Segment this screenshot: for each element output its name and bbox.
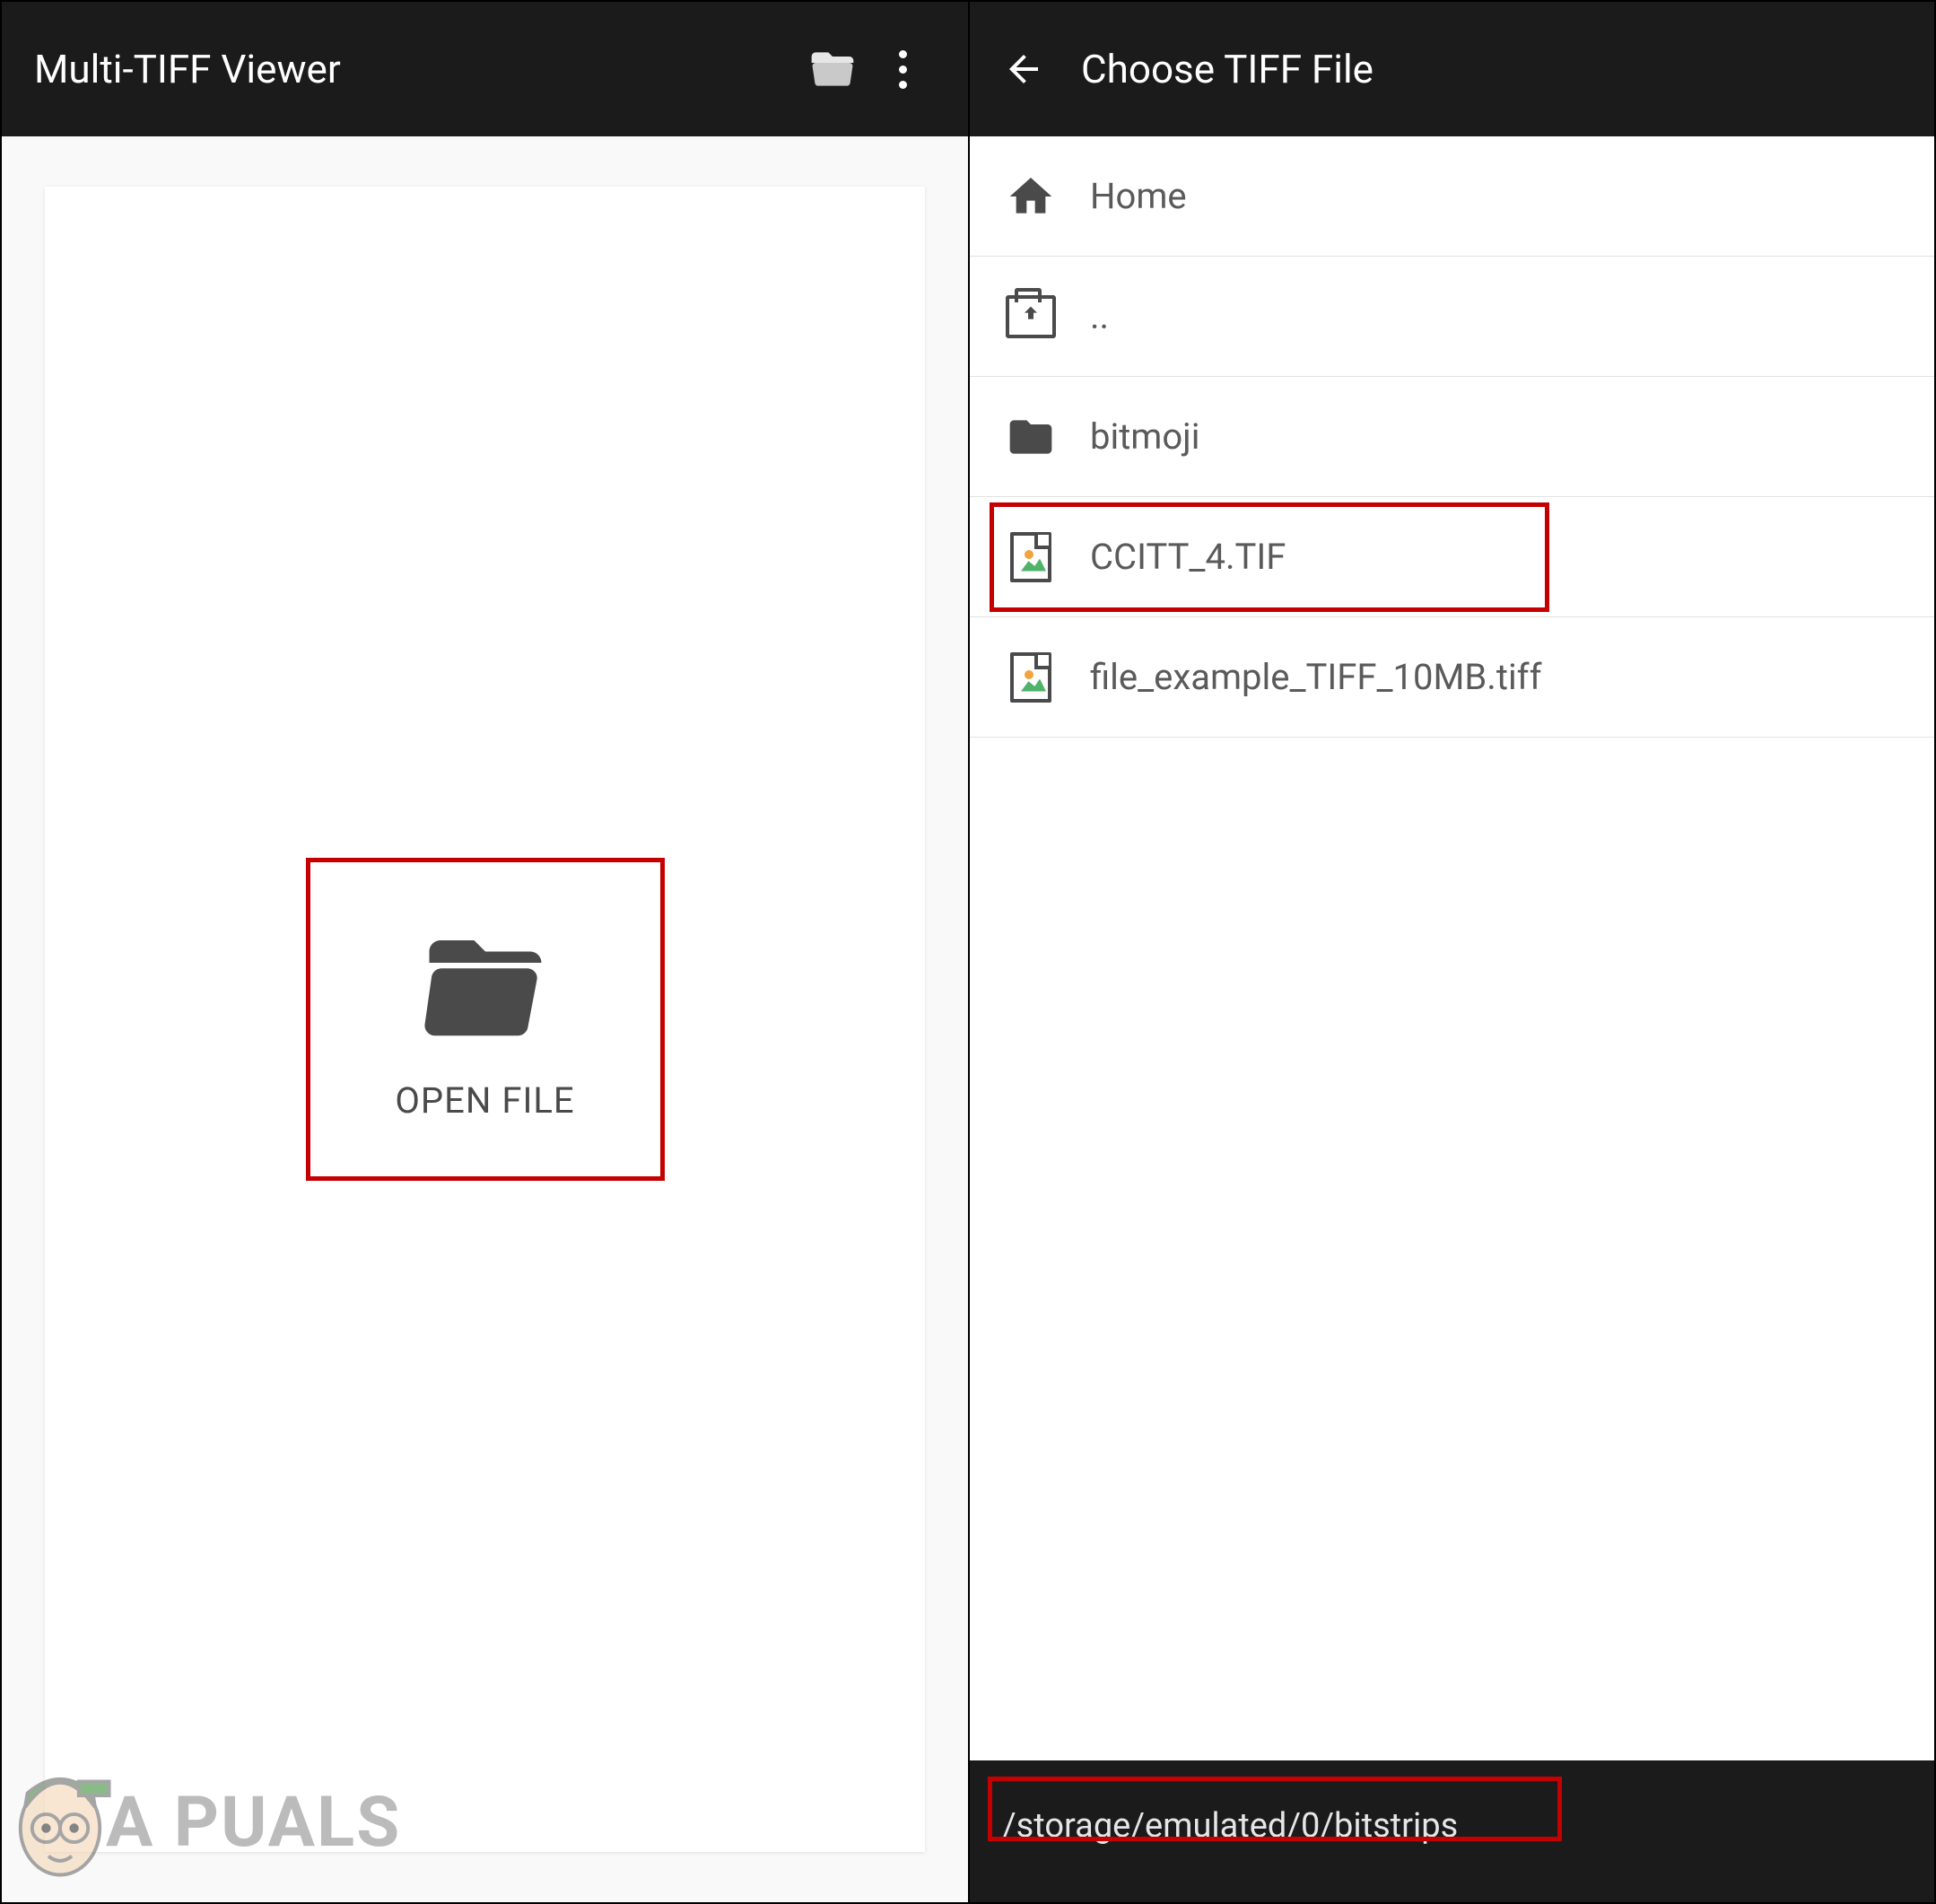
list-item-folder[interactable]: bitmoji [970,377,1934,497]
watermark-text: A PUALS [106,1782,401,1864]
list-item-file[interactable]: file_example_TIFF_10MB.tiff [970,617,1934,738]
list-item-home[interactable]: Home [970,136,1934,257]
list-item-file-selected[interactable]: CCITT_4.TIF [970,497,1934,617]
row-label: .. [1090,295,1109,337]
avatar-icon [2,1746,118,1899]
image-file-icon [1006,652,1056,703]
appbar-left: Multi-TIFF Viewer [2,2,968,136]
open-file-label: OPEN FILE [395,1079,574,1122]
file-list-area: Home .. bitmoji [970,136,1934,1760]
back-arrow-icon[interactable] [1002,48,1045,91]
viewer-pane: Multi-TIFF Viewer OPEN FILE [2,2,970,1902]
current-path-text: /storage/emulated/0/bitstrips [1002,1806,1458,1846]
overflow-menu-icon[interactable] [862,50,943,89]
row-label: Home [1090,175,1187,217]
chooser-title: Choose TIFF File [1081,46,1909,92]
folder-up-icon [1006,295,1056,338]
open-file-button[interactable]: OPEN FILE [306,858,665,1181]
home-icon [1006,171,1056,222]
app-title: Multi-TIFF Viewer [34,46,803,92]
blank-card: OPEN FILE [45,187,925,1852]
file-chooser-pane: Choose TIFF File Home .. [970,2,1934,1902]
folder-open-icon [400,918,571,1056]
viewer-content: OPEN FILE [2,136,968,1902]
appuals-watermark: A PUALS [2,1746,401,1899]
appbar-right: Choose TIFF File [970,2,1934,136]
open-folder-icon[interactable] [803,44,862,94]
image-file-icon [1006,532,1056,582]
file-list: Home .. bitmoji [970,136,1934,738]
current-path-bar: /storage/emulated/0/bitstrips [970,1760,1934,1902]
folder-icon [1006,412,1056,462]
row-label: bitmoji [1090,415,1199,458]
row-label: CCITT_4.TIF [1090,536,1286,578]
row-label: file_example_TIFF_10MB.tiff [1090,656,1541,698]
list-item-up[interactable]: .. [970,257,1934,377]
